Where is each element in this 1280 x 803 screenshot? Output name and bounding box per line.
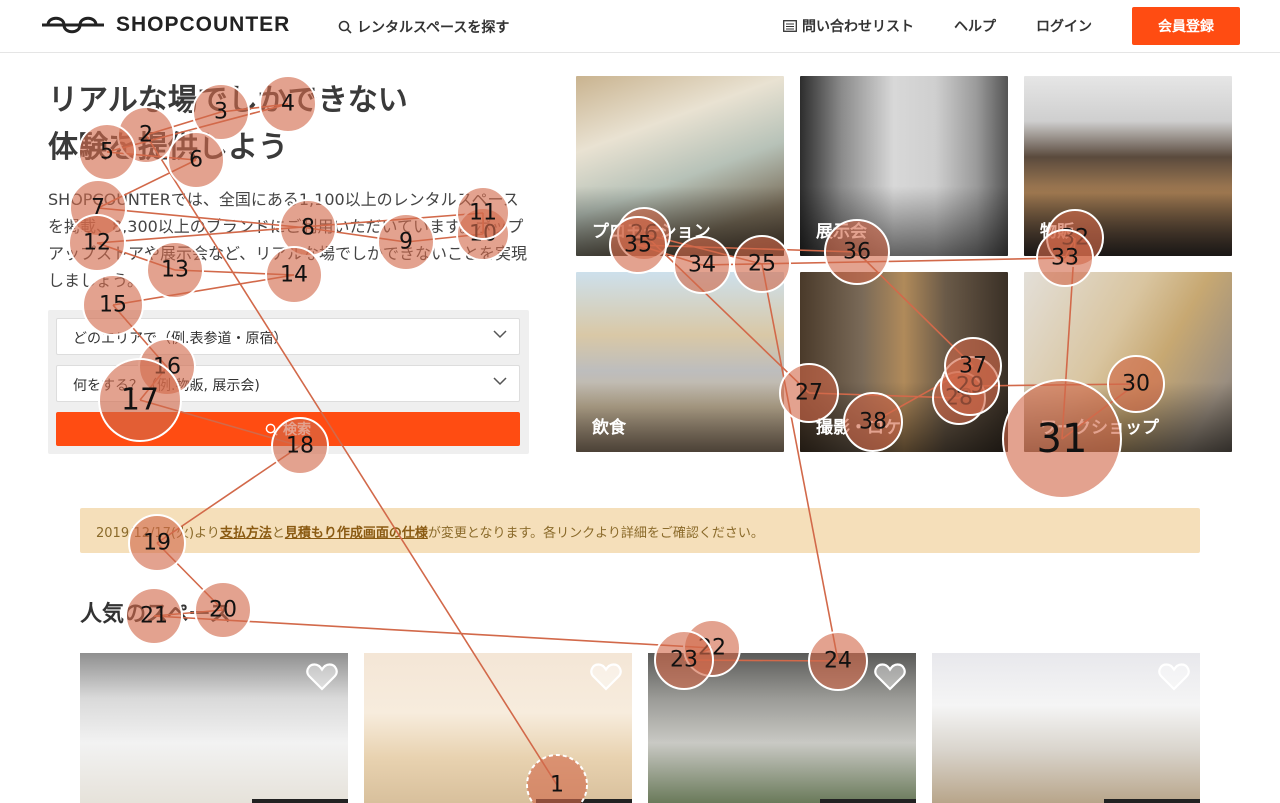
nav-search-link[interactable]: レンタルスペースを探す (338, 17, 509, 37)
login-link[interactable]: ログイン (1036, 16, 1092, 36)
notice-prefix: 2019/12/17(火)より (96, 526, 220, 541)
category-label: ワークショップ (1040, 418, 1159, 438)
search-icon (265, 423, 278, 436)
category-tile-food[interactable]: 飲食 (576, 272, 784, 452)
signup-button[interactable]: 会員登録 (1132, 7, 1240, 45)
gaze-path-segment (153, 615, 713, 649)
logo-mark-icon (42, 16, 104, 34)
purpose-select[interactable]: 何をする？（例.物販, 展示会) (56, 365, 520, 402)
search-panel: どのエリアで（例.表参道・原宿） 何をする？（例.物販, 展示会) 検索 (48, 310, 529, 454)
header-nav: 問い合わせリスト ヘルプ ログイン 会員登録 (783, 7, 1240, 45)
purpose-select-placeholder: 何をする？（例.物販, 展示会) (73, 378, 260, 394)
space-card[interactable] (80, 653, 348, 803)
gaze-path-segment (701, 257, 1066, 266)
category-label: 撮影・ロケ (816, 418, 901, 438)
hero-title: リアルな場でしかできない 体験を提供しよう (48, 77, 518, 171)
logo-text: SHOPCOUNTER (116, 13, 291, 36)
search-button-label: 検索 (283, 422, 311, 438)
notice-suffix: が変更となります。各リンクより詳細をご確認ください。 (427, 526, 764, 541)
heart-icon[interactable] (306, 663, 338, 691)
hero-title-line1: リアルな場でしかできない (48, 83, 408, 118)
category-label: 展示会 (816, 222, 867, 242)
chevron-down-icon (493, 377, 507, 386)
payment-method-link[interactable]: 支払方法 (220, 526, 272, 541)
space-card[interactable] (932, 653, 1200, 803)
notice-banner: 2019/12/17(火)より支払方法と見積もり作成画面の仕様が変更となります。… (80, 508, 1200, 553)
category-tile-workshop[interactable]: ワークショップ (1024, 272, 1232, 452)
hero-description: SHOPCOUNTERでは、全国にある1,100以上のレンタルスペースを掲載、8… (48, 190, 528, 290)
space-card[interactable] (364, 653, 632, 803)
notice-mid: と (271, 526, 285, 541)
search-icon (338, 20, 352, 34)
list-icon (783, 20, 797, 32)
category-label: 物販 (1040, 222, 1074, 242)
help-link[interactable]: ヘルプ (954, 16, 996, 36)
area-select[interactable]: どのエリアで（例.表参道・原宿） (56, 318, 520, 355)
category-label: 飲食 (592, 418, 626, 438)
inquiry-list-label: 問い合わせリスト (802, 19, 914, 35)
site-header: SHOPCOUNTER レンタルスペースを探す 問い合わせリスト ヘルプ ログイ… (0, 0, 1280, 53)
heart-icon[interactable] (874, 663, 906, 691)
space-card[interactable] (648, 653, 916, 803)
heart-icon[interactable] (1158, 663, 1190, 691)
estimate-spec-link[interactable]: 見積もり作成画面の仕様 (285, 526, 428, 541)
category-tile-photoshoot[interactable]: 撮影・ロケ (800, 272, 1008, 452)
logo[interactable]: SHOPCOUNTER (40, 12, 290, 38)
category-tile-promotion[interactable]: プロモーション (576, 76, 784, 256)
hero-title-line2: 体験を提供しよう (48, 130, 288, 165)
area-select-placeholder: どのエリアで（例.表参道・原宿） (73, 331, 288, 347)
category-tile-retail[interactable]: 物販 (1024, 76, 1232, 256)
search-button[interactable]: 検索 (56, 412, 520, 446)
popular-spaces-title: 人気のスペース (80, 602, 232, 627)
chevron-down-icon (493, 330, 507, 339)
category-tile-exhibition[interactable]: 展示会 (800, 76, 1008, 256)
heart-icon[interactable] (590, 663, 622, 691)
inquiry-list-link[interactable]: 問い合わせリスト (783, 16, 914, 36)
nav-search-label: レンタルスペースを探す (357, 20, 510, 36)
category-label: プロモーション (592, 222, 711, 242)
